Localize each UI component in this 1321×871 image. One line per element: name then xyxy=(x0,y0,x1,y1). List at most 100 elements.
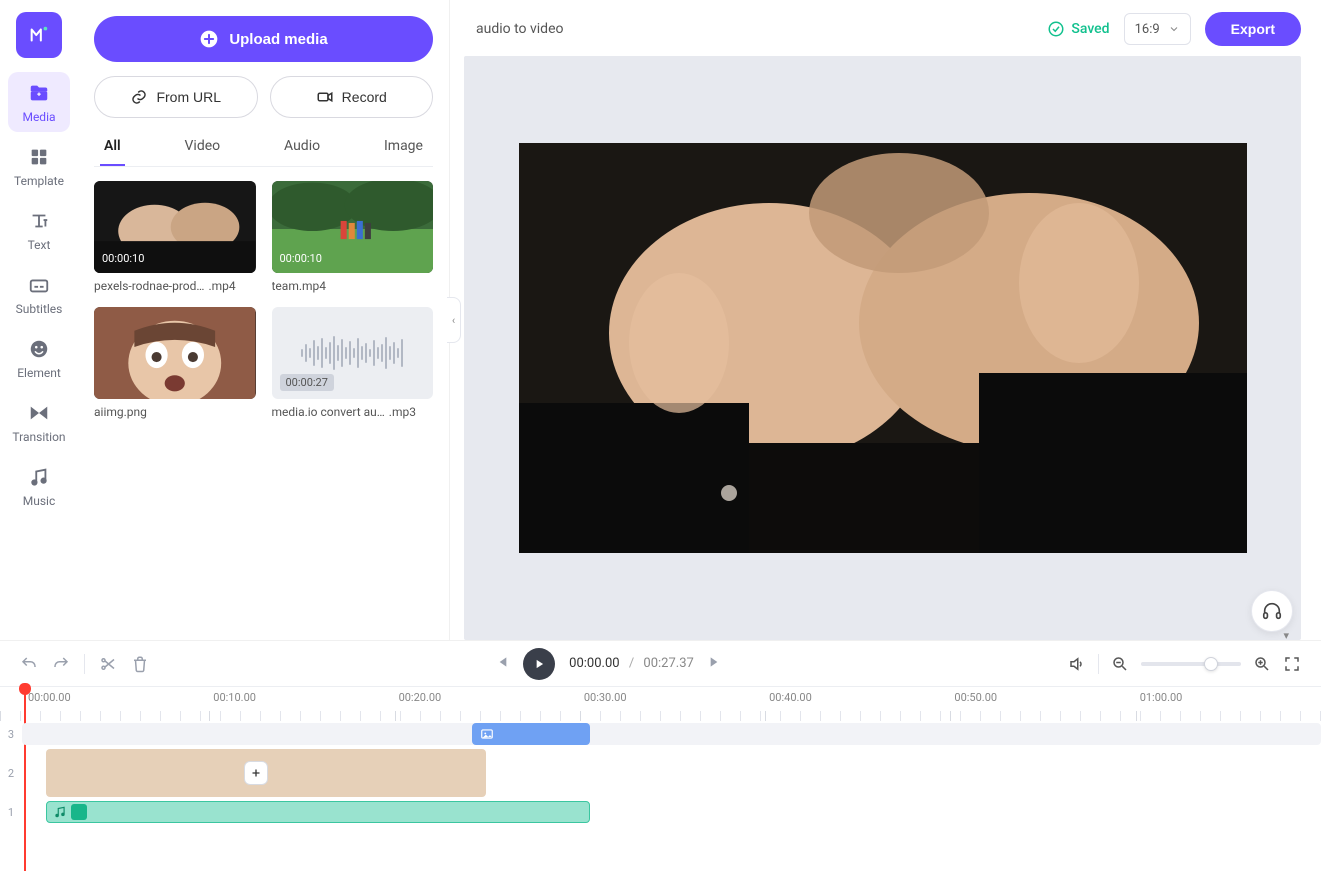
zoom-in-button[interactable] xyxy=(1253,655,1271,673)
tab-image[interactable]: Image xyxy=(380,132,427,166)
project-title[interactable]: audio to video xyxy=(476,21,563,37)
next-frame-button[interactable] xyxy=(708,654,724,674)
prev-frame-button[interactable] xyxy=(493,654,509,674)
track-index: 3 xyxy=(0,728,22,741)
media-thumbnail: 00:00:27 xyxy=(272,307,434,399)
image-icon xyxy=(480,727,494,741)
ruler-tick: 00:40.00 xyxy=(765,687,950,721)
zoom-slider[interactable] xyxy=(1141,662,1241,666)
tab-all[interactable]: All xyxy=(100,132,125,166)
preview-canvas[interactable] xyxy=(519,143,1247,553)
timeline: 00:00.00 00:10.00 00:20.00 00:30.00 00:4… xyxy=(0,686,1321,835)
waveform-icon xyxy=(301,336,403,370)
sidebar-label: Music xyxy=(23,494,55,508)
track-body[interactable] xyxy=(22,749,1321,797)
sidebar-label: Media xyxy=(22,110,55,124)
time-current: 00:00.00 xyxy=(569,656,619,671)
audio-clip[interactable] xyxy=(46,801,590,823)
record-button[interactable]: Record xyxy=(270,76,434,118)
media-thumbnail: 00:00:10 xyxy=(272,181,434,273)
music-note-icon xyxy=(53,805,67,819)
volume-button[interactable] xyxy=(1068,655,1086,673)
media-ext: .mp3 xyxy=(389,405,416,419)
dropdown-hint-icon[interactable]: ▾ xyxy=(1283,629,1289,642)
timecode: 00:00.00 / 00:27.37 xyxy=(569,656,694,671)
collapse-panel-handle[interactable]: ‹ xyxy=(447,297,461,343)
media-item[interactable]: 00:00:10 team.mp4 xyxy=(272,181,434,293)
time-duration: 00:27.37 xyxy=(643,656,693,671)
redo-button[interactable] xyxy=(52,655,70,673)
undo-button[interactable] xyxy=(20,655,38,673)
aspect-ratio-select[interactable]: 16:9 xyxy=(1124,13,1191,45)
check-circle-icon xyxy=(1047,20,1065,38)
zoom-out-button[interactable] xyxy=(1111,655,1129,673)
track-index: 2 xyxy=(0,767,22,780)
tab-audio[interactable]: Audio xyxy=(280,132,324,166)
track-row: 2 xyxy=(0,749,1321,797)
sidebar-item-media[interactable]: Media xyxy=(8,72,70,132)
sidebar-item-text[interactable]: Text xyxy=(8,200,70,260)
media-grid: 00:00:10 pexels-rodnae-prod… .mp4 00:00:… xyxy=(94,181,433,419)
app-logo[interactable] xyxy=(16,12,62,58)
media-filename: team.mp4 xyxy=(272,279,327,293)
export-button[interactable]: Export xyxy=(1205,12,1301,46)
image-clip[interactable] xyxy=(472,723,590,745)
ruler-tick: 00:00.00 xyxy=(24,687,209,721)
plus-circle-icon xyxy=(199,29,219,49)
sidebar-label: Template xyxy=(14,174,64,188)
help-button[interactable] xyxy=(1251,590,1293,632)
media-duration: 00:00:10 xyxy=(280,252,322,265)
sidebar-label: Text xyxy=(28,238,51,252)
media-item[interactable]: aiimg.png xyxy=(94,307,256,419)
fit-button[interactable] xyxy=(1283,655,1301,673)
play-button[interactable] xyxy=(523,648,555,680)
media-ext: .mp4 xyxy=(208,279,235,293)
media-filename: pexels-rodnae-prod… xyxy=(94,279,204,293)
track-index: 1 xyxy=(0,806,22,819)
ruler-tick: 00:50.00 xyxy=(950,687,1135,721)
aspect-value: 16:9 xyxy=(1135,22,1160,37)
sidebar-label: Element xyxy=(17,366,61,380)
camera-icon xyxy=(316,88,334,106)
upload-media-button[interactable]: Upload media xyxy=(94,16,433,62)
chevron-down-icon xyxy=(1168,23,1180,35)
media-filename: aiimg.png xyxy=(94,405,147,419)
split-button[interactable] xyxy=(99,655,117,673)
left-sidebar: Media Template Text Subtitles Element Tr… xyxy=(0,0,78,640)
tab-video[interactable]: Video xyxy=(181,132,225,166)
media-item[interactable]: 00:00:27 media.io convert au… .mp3 xyxy=(272,307,434,419)
sidebar-item-subtitles[interactable]: Subtitles xyxy=(8,264,70,324)
controls-bar: 00:00.00 / 00:27.37 xyxy=(0,640,1321,686)
media-thumbnail xyxy=(94,307,256,399)
audio-clip-thumb xyxy=(71,804,87,820)
zoom-thumb[interactable] xyxy=(1204,657,1218,671)
track-body[interactable] xyxy=(22,801,1321,823)
track-row: 1 xyxy=(0,801,1321,823)
delete-button[interactable] xyxy=(131,655,149,673)
sidebar-item-transition[interactable]: Transition xyxy=(8,392,70,452)
media-tabs: All Video Audio Image xyxy=(94,132,433,167)
sidebar-label: Subtitles xyxy=(16,302,63,316)
add-clip-button[interactable] xyxy=(244,761,268,785)
link-icon xyxy=(130,88,148,106)
record-label: Record xyxy=(342,89,387,105)
plus-icon xyxy=(250,767,262,779)
upload-label: Upload media xyxy=(229,31,327,48)
ruler-tick: 00:10.00 xyxy=(209,687,394,721)
media-filename: media.io convert au… xyxy=(272,405,385,419)
sidebar-item-template[interactable]: Template xyxy=(8,136,70,196)
headphones-icon xyxy=(1261,600,1283,622)
track-row: 3 xyxy=(0,723,1321,745)
media-item[interactable]: 00:00:10 pexels-rodnae-prod… .mp4 xyxy=(94,181,256,293)
ruler-tick: 00:30.00 xyxy=(580,687,765,721)
saved-status: Saved xyxy=(1047,20,1109,38)
from-url-button[interactable]: From URL xyxy=(94,76,258,118)
media-panel: Upload media From URL Record All Video A… xyxy=(78,0,450,640)
sidebar-item-music[interactable]: Music xyxy=(8,456,70,516)
ruler-tick: 00:20.00 xyxy=(395,687,580,721)
ruler-tick: 01:00.00 xyxy=(1136,687,1321,721)
sidebar-item-element[interactable]: Element xyxy=(8,328,70,388)
media-duration: 00:00:27 xyxy=(280,374,334,391)
track-body[interactable] xyxy=(22,723,1321,745)
timeline-ruler[interactable]: 00:00.00 00:10.00 00:20.00 00:30.00 00:4… xyxy=(0,687,1321,721)
